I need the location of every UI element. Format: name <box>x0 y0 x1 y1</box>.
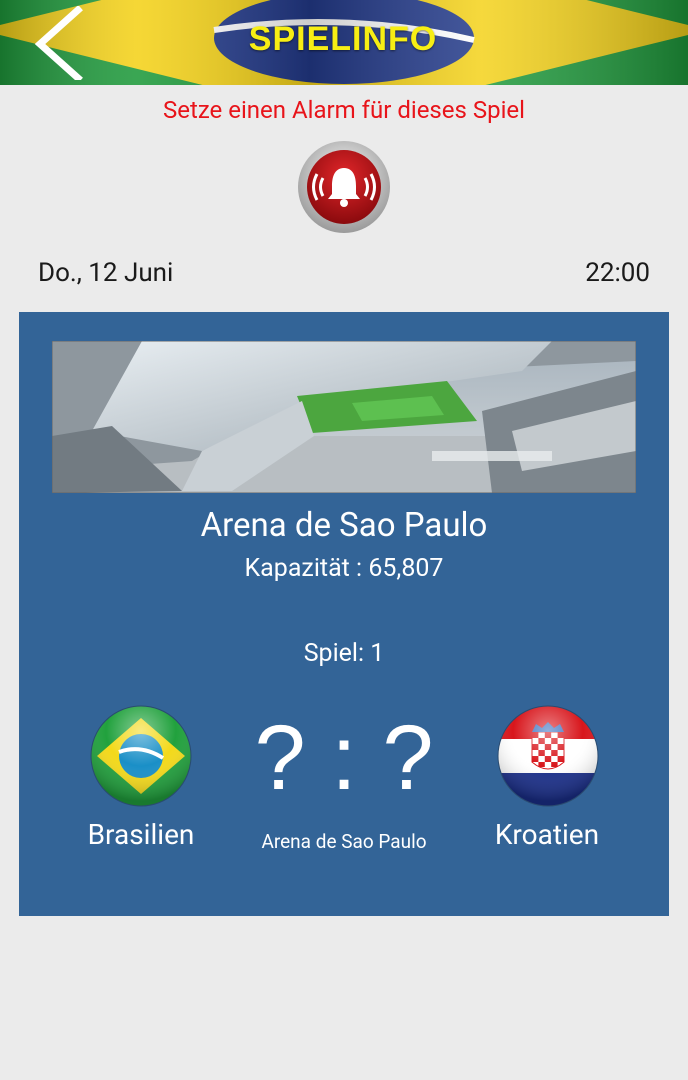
away-team-name: Kroatien <box>494 818 600 851</box>
stadium-image <box>52 341 636 493</box>
score-venue: Arena de Sao Paulo <box>261 830 427 853</box>
venue-capacity: Kapazität : 65,807 <box>244 554 444 583</box>
croatia-flag-icon <box>497 705 599 807</box>
alarm-bell-icon <box>298 141 390 233</box>
match-time: 22:00 <box>585 258 650 288</box>
alarm-button[interactable] <box>297 140 391 234</box>
away-team-flag[interactable] <box>496 704 600 808</box>
home-team-name: Brasilien <box>87 818 195 851</box>
alarm-prompt: Setze einen Alarm für dieses Spiel <box>163 96 525 124</box>
page-title: SPIELINFO <box>248 19 438 58</box>
title-container: SPIELINFO <box>218 10 468 68</box>
back-button[interactable] <box>30 5 90 83</box>
match-card: Arena de Sao Paulo Kapazität : 65,807 Sp… <box>19 312 669 916</box>
game-number: Spiel: 1 <box>303 639 385 668</box>
venue-name: Arena de Sao Paulo <box>200 506 488 545</box>
back-arrow-icon <box>34 5 83 83</box>
score-display: ? : ? <box>254 707 434 809</box>
header-bar: SPIELINFO <box>0 0 688 85</box>
home-team-flag[interactable] <box>89 704 193 808</box>
match-date: Do., 12 Juni <box>38 258 174 288</box>
brazil-flag-icon <box>90 705 192 807</box>
